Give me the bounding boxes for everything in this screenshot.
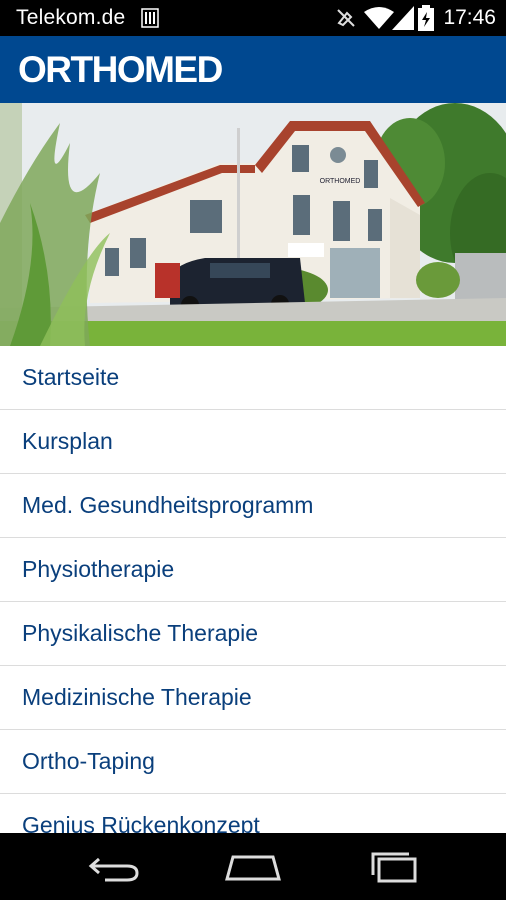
menu-item-label: Kursplan xyxy=(22,428,113,454)
menu-item-medizinische-therapie[interactable]: Medizinische Therapie xyxy=(0,666,506,730)
clinic-building-photo: ORTHOMED xyxy=(0,103,506,346)
menu-item-label: Physiotherapie xyxy=(22,556,175,582)
app-bar: ORTHOMED xyxy=(0,36,506,103)
mute-icon xyxy=(337,9,355,27)
menu-item-label: Medizinische Therapie xyxy=(22,684,252,710)
signal-icon xyxy=(392,6,414,30)
menu-item-kursplan[interactable]: Kursplan xyxy=(0,410,506,474)
menu-item-label: Physikalische Therapie xyxy=(22,620,259,646)
carrier-name: Telekom.de xyxy=(16,6,126,29)
sim-card-icon xyxy=(141,8,159,28)
menu-item-label: Startseite xyxy=(22,364,120,390)
status-bar: Telekom.de 17:46 xyxy=(0,0,506,36)
app-logo[interactable]: ORTHOMED xyxy=(18,50,223,90)
home-icon[interactable] xyxy=(223,849,283,885)
back-icon[interactable] xyxy=(85,849,145,885)
menu-item-gesundheitsprogramm[interactable]: Med. Gesundheitsprogramm xyxy=(0,474,506,538)
menu-item-startseite[interactable]: Startseite xyxy=(0,346,506,410)
menu-item-physiotherapie[interactable]: Physiotherapie xyxy=(0,538,506,602)
system-navigation-bar xyxy=(0,833,506,900)
hero-image: ORTHOMED xyxy=(0,103,506,346)
wifi-icon xyxy=(364,7,394,29)
building-sign: ORTHOMED xyxy=(320,178,361,185)
menu-item-label: Genius Rückenkonzept xyxy=(22,812,260,833)
clock: 17:46 xyxy=(443,6,496,29)
menu-item-label: Ortho-Taping xyxy=(22,748,155,774)
menu-item-label: Med. Gesundheitsprogramm xyxy=(22,492,314,518)
battery-charging-icon xyxy=(418,5,434,31)
recents-icon[interactable] xyxy=(365,849,425,885)
menu-item-rueckenkonzept[interactable]: Genius Rückenkonzept xyxy=(0,794,506,833)
menu-item-physikalische-therapie[interactable]: Physikalische Therapie xyxy=(0,602,506,666)
menu-item-ortho-taping[interactable]: Ortho-Taping xyxy=(0,730,506,794)
navigation-menu: Startseite Kursplan Med. Gesundheitsprog… xyxy=(0,346,506,833)
